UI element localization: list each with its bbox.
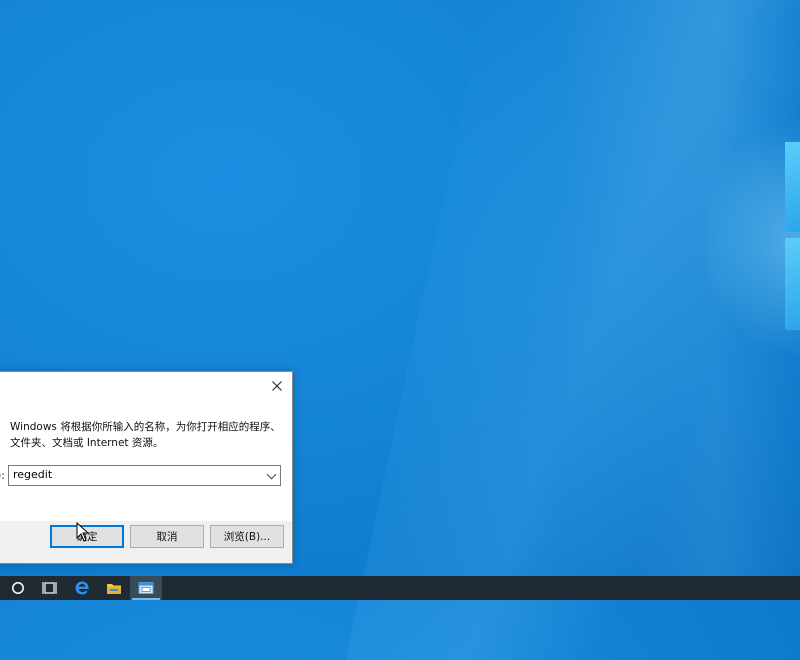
open-label: ): (0, 469, 5, 482)
description-line: 文件夹、文档或 Internet 资源。 (10, 437, 164, 449)
close-icon (272, 380, 282, 391)
run-app-button[interactable] (130, 576, 162, 600)
cortana-search-icon (12, 582, 24, 594)
chevron-down-icon[interactable] (266, 469, 277, 480)
browse-button[interactable]: 浏览(B)... (210, 525, 284, 548)
edge-icon (75, 581, 89, 595)
windows-logo-pane (785, 142, 800, 232)
description-line: Windows 将根据你所输入的名称，为你打开相应的程序、 (10, 421, 281, 433)
run-app-icon (138, 582, 154, 594)
run-dialog: Windows 将根据你所输入的名称，为你打开相应的程序、 文件夹、文档或 In… (0, 371, 293, 564)
windows-logo-pane (785, 238, 800, 330)
file-explorer-icon (107, 584, 121, 594)
close-button[interactable] (262, 372, 292, 399)
open-input[interactable]: regedit (13, 468, 52, 481)
mouse-pointer-icon (76, 522, 90, 542)
cancel-button[interactable]: 取消 (130, 525, 204, 548)
task-view-icon (42, 582, 57, 594)
taskbar (0, 576, 800, 600)
dialog-description: Windows 将根据你所输入的名称，为你打开相应的程序、 文件夹、文档或 In… (10, 419, 281, 451)
task-view-button[interactable] (34, 576, 66, 600)
dialog-body: Windows 将根据你所输入的名称，为你打开相应的程序、 文件夹、文档或 In… (0, 399, 292, 521)
open-combobox[interactable]: regedit (8, 465, 281, 486)
dialog-titlebar[interactable] (0, 372, 292, 399)
edge-button[interactable] (66, 576, 98, 600)
file-explorer-button[interactable] (98, 576, 130, 600)
cortana-button[interactable] (2, 576, 34, 600)
